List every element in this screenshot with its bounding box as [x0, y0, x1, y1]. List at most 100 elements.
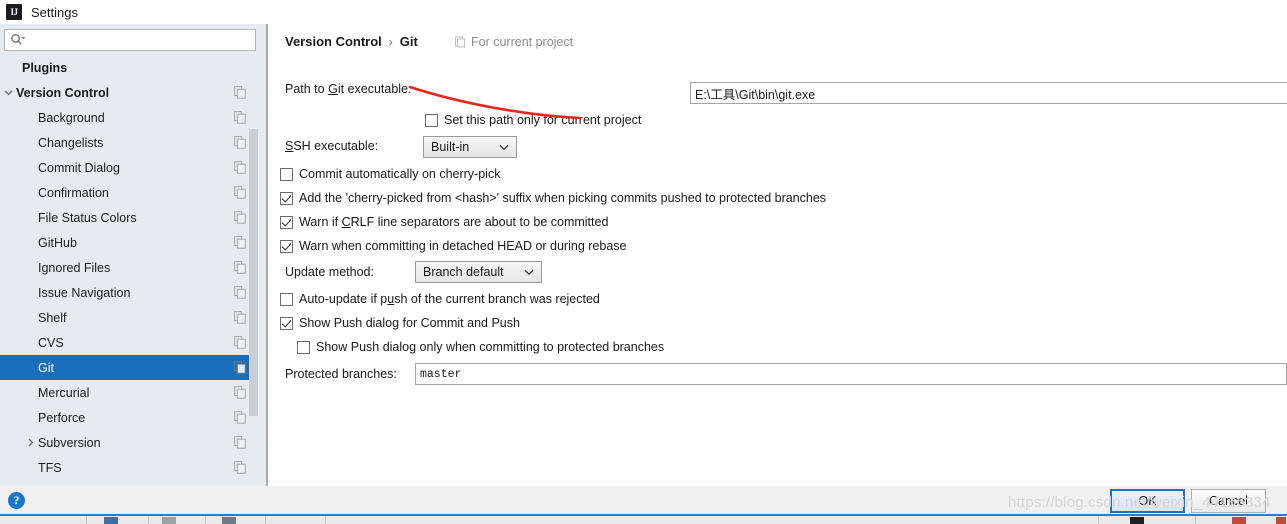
- project-scope-icon: [455, 36, 465, 48]
- copy-settings-icon[interactable]: [234, 136, 246, 149]
- sidebar-item-label: Changelists: [38, 135, 104, 150]
- taskbar-separator: [148, 516, 149, 524]
- sidebar-item-shelf[interactable]: Shelf: [0, 305, 252, 330]
- checkbox-show-push-dialog[interactable]: [280, 317, 293, 330]
- checkbox-auto-update-rejected[interactable]: [280, 293, 293, 306]
- taskbar-app-icon[interactable]: [1232, 517, 1246, 524]
- checkbox-show-push-dialog-protected-row[interactable]: Show Push dialog only when committing to…: [297, 340, 664, 355]
- update-method-combobox[interactable]: Branch default: [415, 261, 542, 283]
- git-path-input[interactable]: [690, 82, 1287, 104]
- breadcrumb-parent[interactable]: Version Control: [285, 34, 382, 49]
- project-scope-label: For current project: [471, 35, 574, 49]
- sidebar-item-label: Background: [38, 110, 105, 125]
- checkbox-commit-auto-cherry-pick-row[interactable]: Commit automatically on cherry-pick: [280, 167, 500, 182]
- copy-settings-icon[interactable]: [234, 186, 246, 199]
- sidebar-item-cvs[interactable]: CVS: [0, 330, 252, 355]
- project-scope-indicator: For current project: [454, 35, 573, 49]
- copy-settings-icon[interactable]: [234, 236, 246, 249]
- dialog-content: Plugins Version Control Background Changeli…: [0, 24, 1287, 486]
- checkbox-show-push-dialog-label: Show Push dialog for Commit and Push: [299, 316, 520, 330]
- taskbar-sliver: [0, 516, 1287, 524]
- sidebar-item-subversion[interactable]: Subversion: [0, 430, 252, 455]
- breadcrumb-separator-icon: ›: [388, 34, 393, 49]
- sidebar-item-commit-dialog[interactable]: Commit Dialog: [0, 155, 252, 180]
- checkbox-warn-detached-head-row[interactable]: Warn when committing in detached HEAD or…: [280, 239, 626, 254]
- sidebar-item-label: Mercurial: [38, 385, 90, 400]
- tree-twisty[interactable]: [0, 80, 16, 105]
- help-icon-glyph: ?: [13, 493, 20, 507]
- sidebar-item-label: File Status Colors: [38, 210, 137, 225]
- checkbox-show-push-dialog-protected-label: Show Push dialog only when committing to…: [316, 340, 665, 354]
- copy-settings-icon[interactable]: [234, 436, 246, 449]
- checkbox-add-cherry-picked-suffix-row[interactable]: Add the 'cherry-picked from <hash>' suff…: [280, 191, 826, 206]
- sidebar-item-ignored-files[interactable]: Ignored Files: [0, 255, 252, 280]
- protected-branches-input[interactable]: [415, 363, 1287, 385]
- sidebar-item-label: CVS: [38, 335, 64, 350]
- sidebar-item-issue-navigation[interactable]: Issue Navigation: [0, 280, 252, 305]
- update-method-row: Update method:: [285, 265, 374, 279]
- sidebar-item-git[interactable]: Git: [0, 355, 252, 380]
- copy-settings-icon[interactable]: [234, 336, 246, 349]
- sidebar-item-label: Perforce: [38, 410, 86, 425]
- taskbar-separator: [86, 516, 87, 524]
- ssh-executable-row: SSH executable:: [285, 139, 378, 153]
- sidebar-item-file-status-colors[interactable]: File Status Colors: [0, 205, 252, 230]
- sidebar-item-tfs[interactable]: TFS: [0, 455, 252, 480]
- copy-settings-icon[interactable]: [234, 86, 246, 99]
- checkbox-warn-detached-head[interactable]: [280, 240, 293, 253]
- copy-settings-icon[interactable]: [234, 261, 246, 274]
- taskbar-app-icon[interactable]: [1276, 517, 1286, 524]
- sidebar-item-perforce[interactable]: Perforce: [0, 405, 252, 430]
- checkbox-show-push-dialog-row[interactable]: Show Push dialog for Commit and Push: [280, 316, 520, 331]
- copy-settings-icon[interactable]: [234, 161, 246, 174]
- copy-settings-icon[interactable]: [234, 111, 246, 124]
- help-icon[interactable]: ?: [8, 492, 25, 509]
- breadcrumb-current: Git: [399, 34, 418, 49]
- sidebar-item-plugins[interactable]: Plugins: [0, 55, 252, 80]
- taskbar-app-icon[interactable]: [104, 517, 118, 524]
- sidebar-scrollbar-thumb[interactable]: [249, 129, 258, 416]
- intellij-idea-icon: IJ: [6, 4, 22, 20]
- checkbox-warn-detached-head-label: Warn when committing in detached HEAD or…: [299, 239, 627, 253]
- taskbar-separator: [205, 516, 206, 524]
- copy-settings-icon[interactable]: [234, 411, 246, 424]
- checkbox-warn-crlf[interactable]: [280, 216, 293, 229]
- ssh-executable-combobox[interactable]: Built-in: [423, 136, 517, 158]
- checkbox-set-path-current-project-row[interactable]: Set this path only for current project: [425, 113, 641, 128]
- ssh-executable-label: SSH executable:: [285, 139, 379, 153]
- cancel-button[interactable]: Cancel: [1191, 489, 1266, 513]
- checkbox-commit-auto-cherry-pick-label: Commit automatically on cherry-pick: [299, 167, 501, 181]
- copy-settings-icon[interactable]: [234, 211, 246, 224]
- taskbar-app-icon[interactable]: [1130, 517, 1144, 524]
- taskbar-app-icon[interactable]: [162, 517, 176, 524]
- sidebar-item-background[interactable]: Background: [0, 105, 252, 130]
- git-path-row: Path to Git executable:: [285, 82, 412, 96]
- search-input[interactable]: [26, 31, 241, 49]
- copy-settings-icon[interactable]: [234, 386, 246, 399]
- title-bar: IJ Settings: [0, 0, 1287, 24]
- copy-settings-icon[interactable]: [234, 361, 246, 374]
- checkbox-add-cherry-picked-suffix[interactable]: [280, 192, 293, 205]
- sidebar-item-version-control[interactable]: Version Control: [0, 80, 252, 105]
- sidebar-item-label: Shelf: [38, 310, 67, 325]
- checkbox-commit-auto-cherry-pick[interactable]: [280, 168, 293, 181]
- sidebar-item-mercurial[interactable]: Mercurial: [0, 380, 252, 405]
- taskbar-app-icon[interactable]: [222, 517, 236, 524]
- sidebar-item-label: Commit Dialog: [38, 160, 120, 175]
- settings-search-box[interactable]: [4, 29, 256, 51]
- chevron-down-icon[interactable]: [4, 88, 13, 97]
- sidebar-item-confirmation[interactable]: Confirmation: [0, 180, 252, 205]
- checkbox-set-path-current-project[interactable]: [425, 114, 438, 127]
- taskbar-separator: [1098, 516, 1099, 524]
- copy-settings-icon[interactable]: [234, 311, 246, 324]
- checkbox-warn-crlf-row[interactable]: Warn if CRLF line separators are about t…: [280, 215, 608, 230]
- checkbox-show-push-dialog-protected[interactable]: [297, 341, 310, 354]
- sidebar-item-changelists[interactable]: Changelists: [0, 130, 252, 155]
- tree-twisty[interactable]: [22, 430, 38, 455]
- ok-button[interactable]: OK: [1110, 489, 1185, 513]
- checkbox-auto-update-rejected-row[interactable]: Auto-update if push of the current branc…: [280, 292, 600, 307]
- sidebar-item-github[interactable]: GitHub: [0, 230, 252, 255]
- chevron-right-icon[interactable]: [26, 438, 35, 447]
- copy-settings-icon[interactable]: [234, 461, 246, 474]
- copy-settings-icon[interactable]: [234, 286, 246, 299]
